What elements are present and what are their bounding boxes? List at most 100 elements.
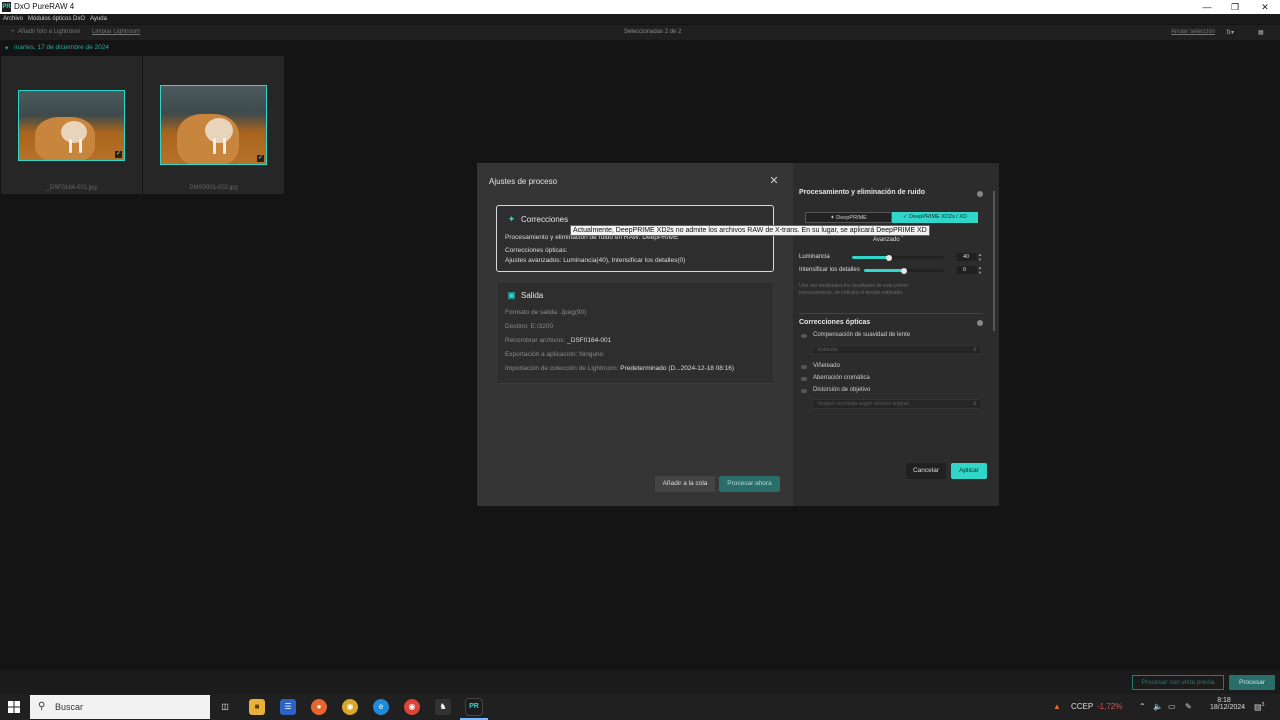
- clock-time: 8:18: [1217, 697, 1231, 704]
- clear-lightroom-link[interactable]: Limpiar Lightroom: [92, 29, 140, 35]
- lightroom-import-value: Predeterminado (D...2024-12-18 08:16): [620, 365, 735, 372]
- sparkle-icon: ✦: [507, 214, 516, 224]
- app-icon[interactable]: ◉: [342, 699, 358, 715]
- deepprime-xd-option[interactable]: ✓ DeepPRIME XD2s / XD: [892, 212, 978, 223]
- section-divider: [799, 313, 983, 314]
- lens-softness-toggle[interactable]: [801, 334, 807, 338]
- scrollbar[interactable]: [993, 191, 995, 331]
- photo-thumbnail[interactable]: ✓: [160, 85, 267, 165]
- firefox-icon[interactable]: ●: [311, 699, 327, 715]
- ticker-change[interactable]: -1,72%: [1097, 702, 1122, 711]
- sort-icon[interactable]: ⇅▾: [1226, 29, 1234, 36]
- clock[interactable]: 8:18 18/12/2024: [1210, 697, 1245, 711]
- luminance-slider[interactable]: [852, 254, 944, 261]
- details-value[interactable]: 0: [957, 266, 977, 274]
- notepad-icon[interactable]: ☰: [280, 699, 296, 715]
- deepprime-option[interactable]: ✦ DeepPRIME: [805, 212, 892, 223]
- format-value: Jpeg(90): [560, 309, 587, 316]
- thumbnail-filename: DMS0001-002.jpg: [189, 185, 238, 191]
- date-group-header[interactable]: ▾ martes, 17 de diciembre de 2024: [0, 42, 300, 54]
- window-title: DxO PureRAW 4: [14, 2, 75, 11]
- process-with-preview-button[interactable]: Procesar con vista previa: [1132, 675, 1224, 690]
- menu-archivo[interactable]: Archivo: [3, 16, 23, 22]
- add-to-lightroom-button[interactable]: Añadir foto a Lightroom: [18, 29, 80, 35]
- edge-icon[interactable]: e: [373, 699, 389, 715]
- details-handle[interactable]: [901, 267, 907, 274]
- luminance-handle[interactable]: [885, 254, 892, 261]
- vignetting-label: Viñeteado: [813, 363, 840, 369]
- denoise-section-title: Procesamiento y eliminación de ruido: [799, 189, 926, 196]
- vignetting-toggle[interactable]: [801, 365, 807, 369]
- dropdown-chevron-icon: ⇵: [972, 401, 977, 407]
- title-bar: PR DxO PureRAW 4 — ❐ ✕: [0, 0, 1280, 14]
- deepprime-xd-label: DeepPRIME XD2s / XD: [909, 214, 967, 220]
- menu-modulos[interactable]: Módulos ópticos DxO: [28, 16, 85, 22]
- export-app-label: Exportación a aplicación:: [505, 351, 578, 358]
- advanced-toggle[interactable]: Avanzado ˆ: [873, 237, 903, 243]
- corrections-card[interactable]: ✦ Correcciones Procesamiento y eliminaci…: [496, 205, 774, 272]
- view-mode-icon[interactable]: ▦: [1258, 29, 1264, 36]
- output-card[interactable]: ▣ Salida Formato de salida: Jpeg(90) Des…: [496, 281, 774, 384]
- info-icon[interactable]: [977, 320, 983, 326]
- distortion-value: Imagen recortada según relación original: [818, 401, 909, 407]
- pureraw-app-icon[interactable]: PR: [465, 698, 483, 716]
- windows-start-icon[interactable]: [6, 699, 22, 715]
- cancel-button[interactable]: Cancelar: [906, 463, 946, 479]
- chromatic-label: Aberración cromática: [813, 375, 870, 381]
- info-icon[interactable]: [977, 191, 983, 197]
- ticker-name[interactable]: CCEP: [1071, 702, 1093, 711]
- game-app-icon[interactable]: ♞: [435, 699, 451, 715]
- selected-check-icon: ✓: [257, 155, 264, 162]
- optical-label: Correcciones ópticas:: [505, 247, 568, 254]
- format-label: Formato de salida:: [505, 309, 559, 316]
- distortion-toggle[interactable]: [801, 389, 807, 393]
- export-app-value: Ninguno: [579, 351, 604, 358]
- lens-softness-dropdown[interactable]: Estándar ⇵: [812, 345, 982, 355]
- thumbnail-card[interactable]: ✓ _DSF0164-001.jpg: [1, 56, 142, 194]
- thumbnail-card[interactable]: ✓ DMS0001-002.jpg: [143, 56, 284, 194]
- deselect-link[interactable]: Anular selección: [1171, 29, 1215, 35]
- network-icon[interactable]: ▭: [1168, 702, 1176, 711]
- taskbar-search-box[interactable]: ⚲ Buscar: [30, 695, 210, 719]
- rename-label: Renombrar archivos:: [505, 337, 566, 344]
- add-to-queue-button[interactable]: Añadir a la cola: [655, 476, 715, 492]
- search-placeholder: Buscar: [55, 702, 84, 712]
- details-slider[interactable]: [864, 267, 944, 274]
- process-now-button[interactable]: Procesar ahora: [719, 476, 780, 492]
- details-fill: [864, 269, 904, 272]
- menu-bar: Archivo Módulos ópticos DxO Ayuda: [0, 14, 1280, 24]
- close-icon[interactable]: ✕: [767, 174, 781, 188]
- search-icon: ⚲: [38, 701, 46, 712]
- stepper-icon[interactable]: ▲ ▼: [978, 265, 982, 275]
- file-explorer-icon[interactable]: ■: [249, 699, 265, 715]
- photo-thumbnail[interactable]: ✓: [18, 90, 125, 161]
- task-view-icon[interactable]: ◫: [217, 699, 233, 715]
- settings-summary-pane: Ajustes de proceso ✕ ✦ Correcciones Proc…: [477, 163, 793, 506]
- volume-icon[interactable]: 🔈: [1153, 702, 1163, 711]
- luminance-value[interactable]: 40: [957, 253, 977, 261]
- show-hidden-icons-chevron[interactable]: ⌃: [1139, 702, 1146, 711]
- maximize-icon[interactable]: ❐: [1220, 0, 1250, 14]
- menu-ayuda[interactable]: Ayuda: [90, 16, 107, 22]
- app-logo-icon: PR: [2, 2, 11, 12]
- settings-detail-pane: Procesamiento y eliminación de ruido ✦ D…: [793, 163, 999, 506]
- distortion-dropdown[interactable]: Imagen recortada según relación original…: [812, 399, 982, 409]
- taskbar: ⚲ Buscar ◫ ■ ☰ ● ◉ e ◉ ♞ PR ▲ CCEP -1,72…: [0, 694, 1280, 720]
- lens-softness-label: Compensación de suavidad de lente: [813, 332, 911, 338]
- chromatic-toggle[interactable]: [801, 377, 807, 381]
- destination-label: Destino:: [505, 323, 529, 330]
- luminance-fill: [852, 256, 889, 259]
- image-export-icon: ▣: [507, 290, 516, 300]
- optical-section-title: Correcciones ópticas: [799, 319, 871, 326]
- add-lightroom-icon: +: [11, 29, 15, 35]
- close-window-icon[interactable]: ✕: [1250, 0, 1280, 14]
- minimize-icon[interactable]: —: [1192, 0, 1222, 14]
- process-button[interactable]: Procesar: [1229, 675, 1275, 690]
- apply-button[interactable]: Aplicar: [951, 463, 987, 479]
- chrome-icon[interactable]: ◉: [404, 699, 420, 715]
- date-label: martes, 17 de diciembre de 2024: [14, 44, 110, 51]
- notifications-icon[interactable]: ▤3: [1254, 702, 1264, 712]
- pen-icon[interactable]: ✎: [1185, 702, 1192, 711]
- stepper-icon[interactable]: ▲ ▼: [978, 252, 982, 262]
- lightroom-import-label: Importación de colección de Lightroom:: [505, 365, 619, 372]
